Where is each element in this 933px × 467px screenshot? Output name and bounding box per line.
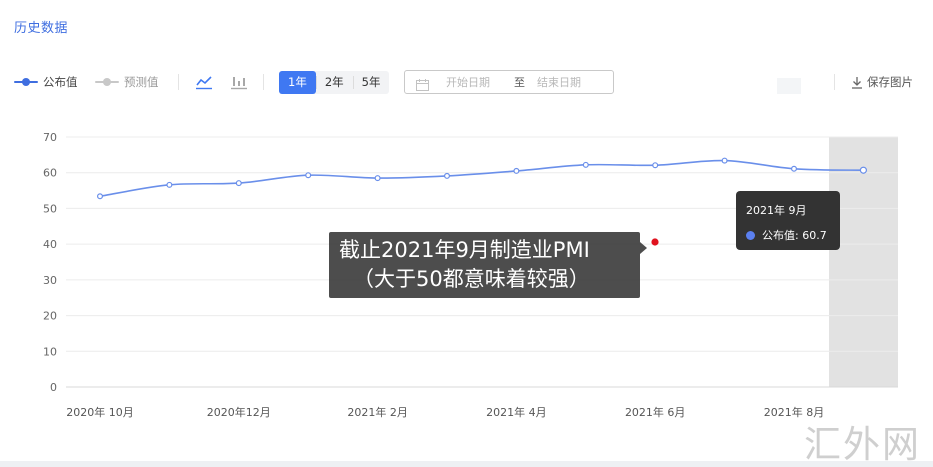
toolbar-divider <box>263 74 264 90</box>
chart-tooltip: 2021年 9月 公布值: 60.7 <box>736 191 840 250</box>
date-start-input[interactable] <box>446 75 506 89</box>
data-point <box>582 161 589 168</box>
watermark-text: 汇外网 <box>804 423 921 466</box>
annotation-overlay: 截止2021年9月制造业PMI （大于50都意味着较强） <box>329 232 640 298</box>
section-title: 历史数据 <box>14 21 69 36</box>
legend-published-marker <box>14 74 38 90</box>
range-5y-button[interactable]: 5年 <box>352 71 390 94</box>
date-range-picker[interactable]: 至 <box>404 70 614 94</box>
annotation-line-2: （大于50都意味着较强） <box>353 267 590 291</box>
data-point <box>721 157 728 164</box>
data-point <box>235 180 242 187</box>
y-tick-label: 40 <box>43 238 57 251</box>
y-tick-label: 20 <box>43 310 57 323</box>
placeholder-box <box>777 78 801 94</box>
annotation-line-1: 截止2021年9月制造业PMI <box>339 238 590 262</box>
chart-toolbar: 公布值 预测值 1年 2年 5年 开始日期 至 结束日期 保存图片 <box>0 66 933 98</box>
annotation-marker <box>651 238 659 246</box>
bar-chart-icon[interactable] <box>229 72 249 92</box>
calendar-icon <box>416 76 429 91</box>
range-selector: 1年 2年 5年 <box>279 71 390 94</box>
date-separator: 至 <box>514 76 525 89</box>
data-point <box>374 175 381 182</box>
legend-published[interactable]: 公布值 <box>14 74 78 90</box>
data-point <box>96 193 103 200</box>
tooltip-title: 2021年 9月 <box>746 204 807 217</box>
legend-predicted-label: 预测值 <box>124 75 159 89</box>
y-tick-label: 50 <box>43 202 57 215</box>
line-chart-icon[interactable] <box>194 72 214 92</box>
download-icon <box>852 76 862 89</box>
tooltip-series-dot <box>746 230 755 240</box>
x-tick-label: 2021年 6月 <box>625 405 686 419</box>
x-tick-label: 2021年 4月 <box>486 405 547 419</box>
range-1y-button[interactable]: 1年 <box>279 71 316 94</box>
x-tick-label: 2020年12月 <box>207 405 271 419</box>
y-tick-label: 70 <box>43 131 57 144</box>
date-end-input[interactable] <box>537 75 597 89</box>
footer-strip <box>0 461 933 467</box>
tooltip-value: 公布值: 60.7 <box>762 229 827 242</box>
data-point <box>513 167 520 174</box>
data-point <box>305 172 312 179</box>
data-point <box>859 166 868 174</box>
legend-published-label: 公布值 <box>43 75 78 89</box>
y-tick-label: 0 <box>50 381 57 394</box>
save-image-button[interactable]: 保存图片 <box>851 74 913 90</box>
x-tick-label: 2020年 10月 <box>66 405 134 419</box>
y-tick-label: 30 <box>43 274 57 287</box>
annotation-pointer <box>640 242 647 254</box>
data-point <box>166 181 173 188</box>
data-point <box>652 162 659 169</box>
y-tick-label: 10 <box>43 345 57 358</box>
legend-predicted-marker <box>95 74 119 90</box>
toolbar-divider <box>178 74 179 90</box>
toolbar-divider <box>834 74 835 90</box>
range-2y-button[interactable]: 2年 <box>315 71 353 94</box>
y-tick-label: 60 <box>43 167 57 180</box>
data-point <box>444 172 451 179</box>
x-tick-label: 2021年 2月 <box>347 405 408 419</box>
legend-predicted[interactable]: 预测值 <box>95 74 159 90</box>
data-point <box>790 165 797 172</box>
hover-band <box>829 137 898 387</box>
save-image-label: 保存图片 <box>867 75 913 89</box>
